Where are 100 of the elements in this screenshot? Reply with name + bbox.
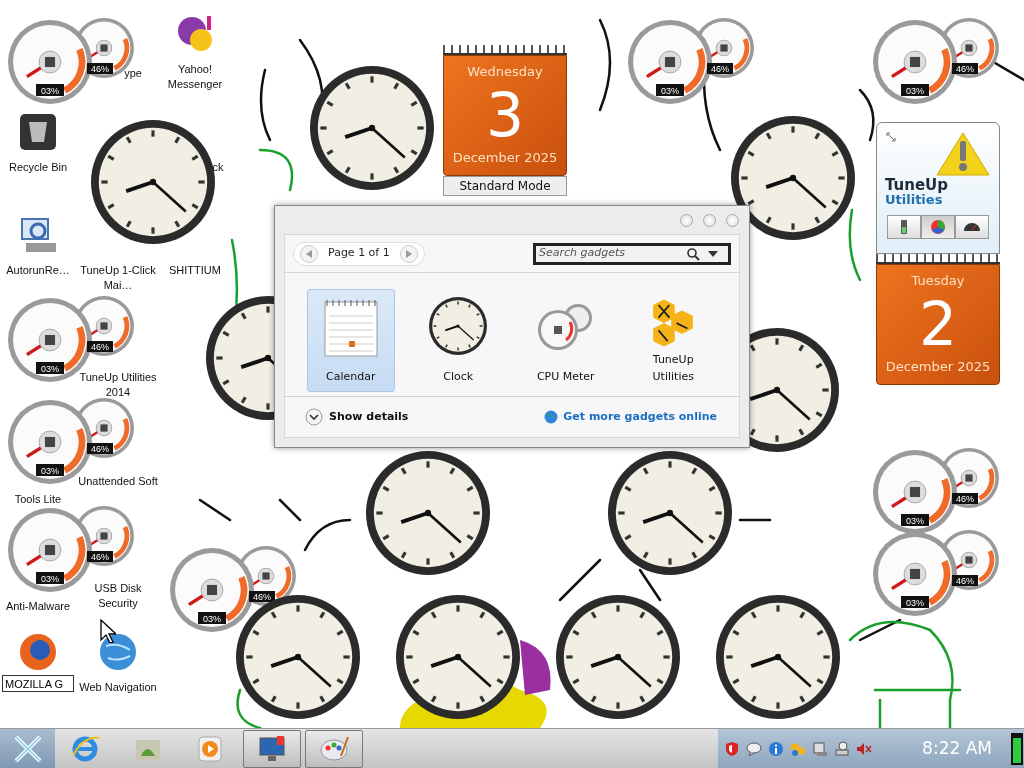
- icon-label[interactable]: TuneUp Utilities 2014: [78, 370, 158, 400]
- mode-button[interactable]: Standard Mode: [443, 176, 567, 196]
- memory-reading: 46%: [91, 444, 109, 454]
- gadget-tab[interactable]: [955, 215, 989, 239]
- icon-label[interactable]: ype: [124, 66, 142, 81]
- gadget-tile[interactable]: CPU Meter: [522, 289, 610, 392]
- next-button[interactable]: [399, 244, 418, 263]
- x-logo-icon: [12, 733, 43, 764]
- tuneup-gadget[interactable]: TuneUp Utilities: [876, 122, 1000, 254]
- day-name: Tuesday: [910, 272, 966, 290]
- globe-icon: [544, 410, 559, 424]
- memory-reading: 46%: [253, 592, 271, 602]
- messenger-icon[interactable]: [175, 14, 215, 54]
- gadget-tile[interactable]: Clock: [414, 289, 502, 392]
- icon-label[interactable]: Unattended Soft: [78, 474, 158, 489]
- left-arrow-icon: [306, 249, 312, 258]
- icon-label[interactable]: Tools Lite: [14, 492, 62, 507]
- icon-label[interactable]: Recycle Bin: [8, 160, 68, 175]
- gadget-tab[interactable]: [887, 215, 921, 239]
- doodle-stroke: [858, 88, 875, 142]
- day-name: Wednesday: [466, 63, 544, 81]
- cpu-reading: 03%: [906, 85, 924, 96]
- clock-icon: [428, 296, 489, 358]
- cpu-reading: 03%: [41, 465, 59, 476]
- cpu-reading: 03%: [906, 515, 924, 526]
- right-arrow-icon: [405, 249, 412, 258]
- browser-icon: [71, 734, 101, 764]
- bin-icon[interactable]: [18, 112, 58, 152]
- memory-reading: 46%: [91, 342, 109, 352]
- online-link[interactable]: Get more gadgets online: [544, 408, 717, 426]
- clock-gadget[interactable]: [365, 450, 491, 576]
- search-input[interactable]: Search gadgets: [536, 244, 686, 263]
- taskbar-button[interactable]: [305, 730, 363, 768]
- clock-gadget[interactable]: [235, 594, 361, 720]
- dropdown-caret-icon[interactable]: [708, 250, 718, 257]
- colorwheel-icon: [929, 218, 947, 236]
- icon-label[interactable]: Anti-Malware: [5, 599, 71, 614]
- info-icon[interactable]: [768, 740, 784, 757]
- memory-reading: 46%: [956, 576, 974, 586]
- doodle-stroke: [236, 688, 262, 728]
- clock-gadget[interactable]: [730, 115, 856, 241]
- gadget-subtitle: Utilities: [885, 193, 943, 207]
- cpu-reading: 03%: [41, 85, 59, 96]
- search-icon[interactable]: [686, 246, 700, 261]
- calendar-gadget[interactable]: Wednesday 3 December 2025: [443, 55, 567, 176]
- doodle-stroke: [198, 498, 232, 522]
- day-number: 3: [484, 81, 526, 148]
- start-button[interactable]: [0, 729, 55, 768]
- clock-gadget[interactable]: [715, 594, 841, 720]
- clock-gadget[interactable]: [555, 594, 681, 720]
- gauge-icon: [963, 222, 981, 232]
- memory-reading: 46%: [956, 494, 974, 504]
- icon-label[interactable]: AutorunRe…: [6, 263, 70, 278]
- gadget-tile[interactable]: Calendar: [307, 289, 395, 392]
- cursor-icon: [100, 619, 116, 643]
- rename-field[interactable]: MOZILLA G: [2, 675, 74, 692]
- doodle-stroke: [738, 518, 772, 522]
- cpu-reading: 03%: [906, 597, 924, 608]
- memory-reading: 46%: [91, 64, 109, 74]
- doodle-stroke: [258, 148, 294, 192]
- search-icon[interactable]: [18, 215, 58, 255]
- warning-icon: [935, 131, 991, 177]
- memory-reading: 46%: [956, 64, 974, 74]
- chat-icon[interactable]: [746, 740, 762, 757]
- memory-reading: 46%: [711, 64, 729, 74]
- shield-icon[interactable]: [724, 740, 740, 757]
- network-icon[interactable]: [834, 740, 850, 757]
- resize-icon[interactable]: [885, 131, 897, 143]
- gadget-tile[interactable]: TuneUp Utilities: [629, 289, 717, 392]
- cpu-reading: 03%: [41, 573, 59, 584]
- clock-gadget[interactable]: [607, 450, 733, 576]
- doodle-stroke: [558, 558, 602, 602]
- media-player-icon: [195, 734, 225, 764]
- device-icon[interactable]: [812, 740, 828, 757]
- icon-label[interactable]: Yahoo! Messenger: [155, 62, 235, 92]
- clock-gadget[interactable]: [395, 594, 521, 720]
- palette-icon: [319, 734, 349, 764]
- memory-reading: 46%: [91, 552, 109, 562]
- search-field[interactable]: Search gadgets: [533, 242, 731, 265]
- month-year: December 2025: [884, 357, 992, 376]
- chevron-down-icon: [305, 408, 323, 426]
- icon-label[interactable]: Web Navigation: [79, 680, 157, 695]
- cpu-reading: 03%: [661, 85, 679, 96]
- clock-gadget[interactable]: [309, 65, 435, 191]
- icon-label[interactable]: SHITTIUM: [169, 263, 221, 278]
- icon-label[interactable]: USB Disk Security: [78, 581, 158, 611]
- taskbar-button[interactable]: [243, 730, 301, 768]
- show-details-button[interactable]: Show details: [305, 408, 409, 426]
- battery-icon[interactable]: [1010, 731, 1024, 766]
- page-indicator: Page 1 of 1: [328, 245, 390, 262]
- previous-button[interactable]: [300, 244, 318, 263]
- day-number: 2: [917, 290, 959, 357]
- calendar-gadget[interactable]: Tuesday 2 December 2025: [876, 264, 1000, 385]
- month-year: December 2025: [451, 148, 559, 167]
- gadget-title: TuneUp: [885, 177, 950, 193]
- icon-label[interactable]: ck: [212, 160, 224, 175]
- web-icon[interactable]: [98, 632, 138, 672]
- icon-label[interactable]: TuneUp 1-Click Mai…: [78, 263, 158, 293]
- firefox-icon[interactable]: [18, 632, 58, 672]
- cpu-reading: 03%: [203, 613, 221, 624]
